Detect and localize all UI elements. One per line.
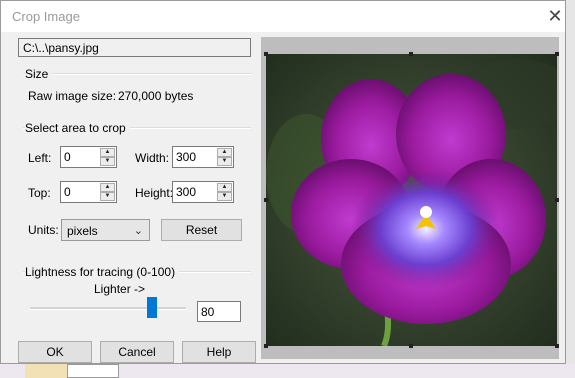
arrow-up-icon[interactable]: ▲ (100, 183, 115, 192)
lightness-slider-track[interactable] (30, 307, 186, 310)
help-button[interactable]: Help (182, 341, 256, 363)
file-path-field: C:\..\pansy.jpg (18, 38, 251, 57)
lightness-value: 80 (201, 305, 215, 319)
crop-group-label: Select area to crop (25, 121, 130, 135)
background-window-edge (67, 364, 119, 378)
raw-size-label: Raw image size: (28, 89, 117, 103)
crop-handle[interactable] (264, 344, 268, 348)
arrow-down-icon[interactable]: ▼ (217, 157, 232, 166)
crop-handle[interactable] (264, 52, 268, 56)
units-select[interactable]: pixels ⌄ (61, 219, 150, 241)
height-spinbox[interactable]: 300 ▲ ▼ (172, 181, 234, 203)
lightness-group-label: Lightness for tracing (0-100) (25, 265, 180, 279)
arrow-up-icon[interactable]: ▲ (217, 183, 232, 192)
arrow-down-icon[interactable]: ▼ (100, 157, 115, 166)
lighter-label: Lighter -> (94, 282, 146, 296)
close-icon[interactable]: ✕ (544, 5, 566, 27)
left-label: Left: (28, 151, 52, 165)
size-group-label: Size (25, 67, 53, 81)
height-value: 300 (176, 185, 197, 199)
crop-handle[interactable] (264, 198, 268, 202)
crop-handle[interactable] (555, 344, 559, 348)
height-label: Height: (135, 186, 174, 200)
title-bar: Crop Image ✕ (1, 1, 565, 32)
width-value: 300 (176, 150, 197, 164)
cancel-button[interactable]: Cancel (100, 341, 174, 363)
width-spinbox[interactable]: 300 ▲ ▼ (172, 146, 234, 168)
units-value: pixels (67, 224, 98, 238)
top-label: Top: (28, 186, 51, 200)
arrow-down-icon[interactable]: ▼ (100, 192, 115, 201)
left-spinbox[interactable]: 0 ▲ ▼ (60, 146, 117, 168)
units-label: Units: (28, 223, 59, 237)
pansy-image[interactable] (266, 54, 557, 346)
left-value: 0 (64, 150, 71, 164)
arrow-up-icon[interactable]: ▲ (217, 148, 232, 157)
arrow-up-icon[interactable]: ▲ (100, 148, 115, 157)
crop-handle[interactable] (555, 52, 559, 56)
arrow-down-icon[interactable]: ▼ (217, 192, 232, 201)
top-spinbox[interactable]: 0 ▲ ▼ (60, 181, 117, 203)
top-value: 0 (64, 185, 71, 199)
crop-handle[interactable] (409, 344, 413, 348)
crop-handle[interactable] (409, 52, 413, 56)
reset-button[interactable]: Reset (161, 219, 242, 241)
crop-image-dialog: Crop Image ✕ C:\..\pansy.jpg Size Raw im… (0, 0, 566, 364)
width-label: Width: (135, 151, 170, 165)
lightness-input[interactable]: 80 (197, 301, 241, 322)
raw-size-value: 270,000 bytes (118, 89, 194, 103)
lightness-slider-thumb[interactable] (146, 297, 157, 318)
chevron-down-icon: ⌄ (133, 225, 143, 237)
background-window-edge (565, 0, 575, 378)
ok-button[interactable]: OK (18, 341, 92, 363)
dialog-title: Crop Image (12, 9, 80, 24)
size-group-separator (23, 73, 251, 75)
crop-handle[interactable] (555, 198, 559, 202)
